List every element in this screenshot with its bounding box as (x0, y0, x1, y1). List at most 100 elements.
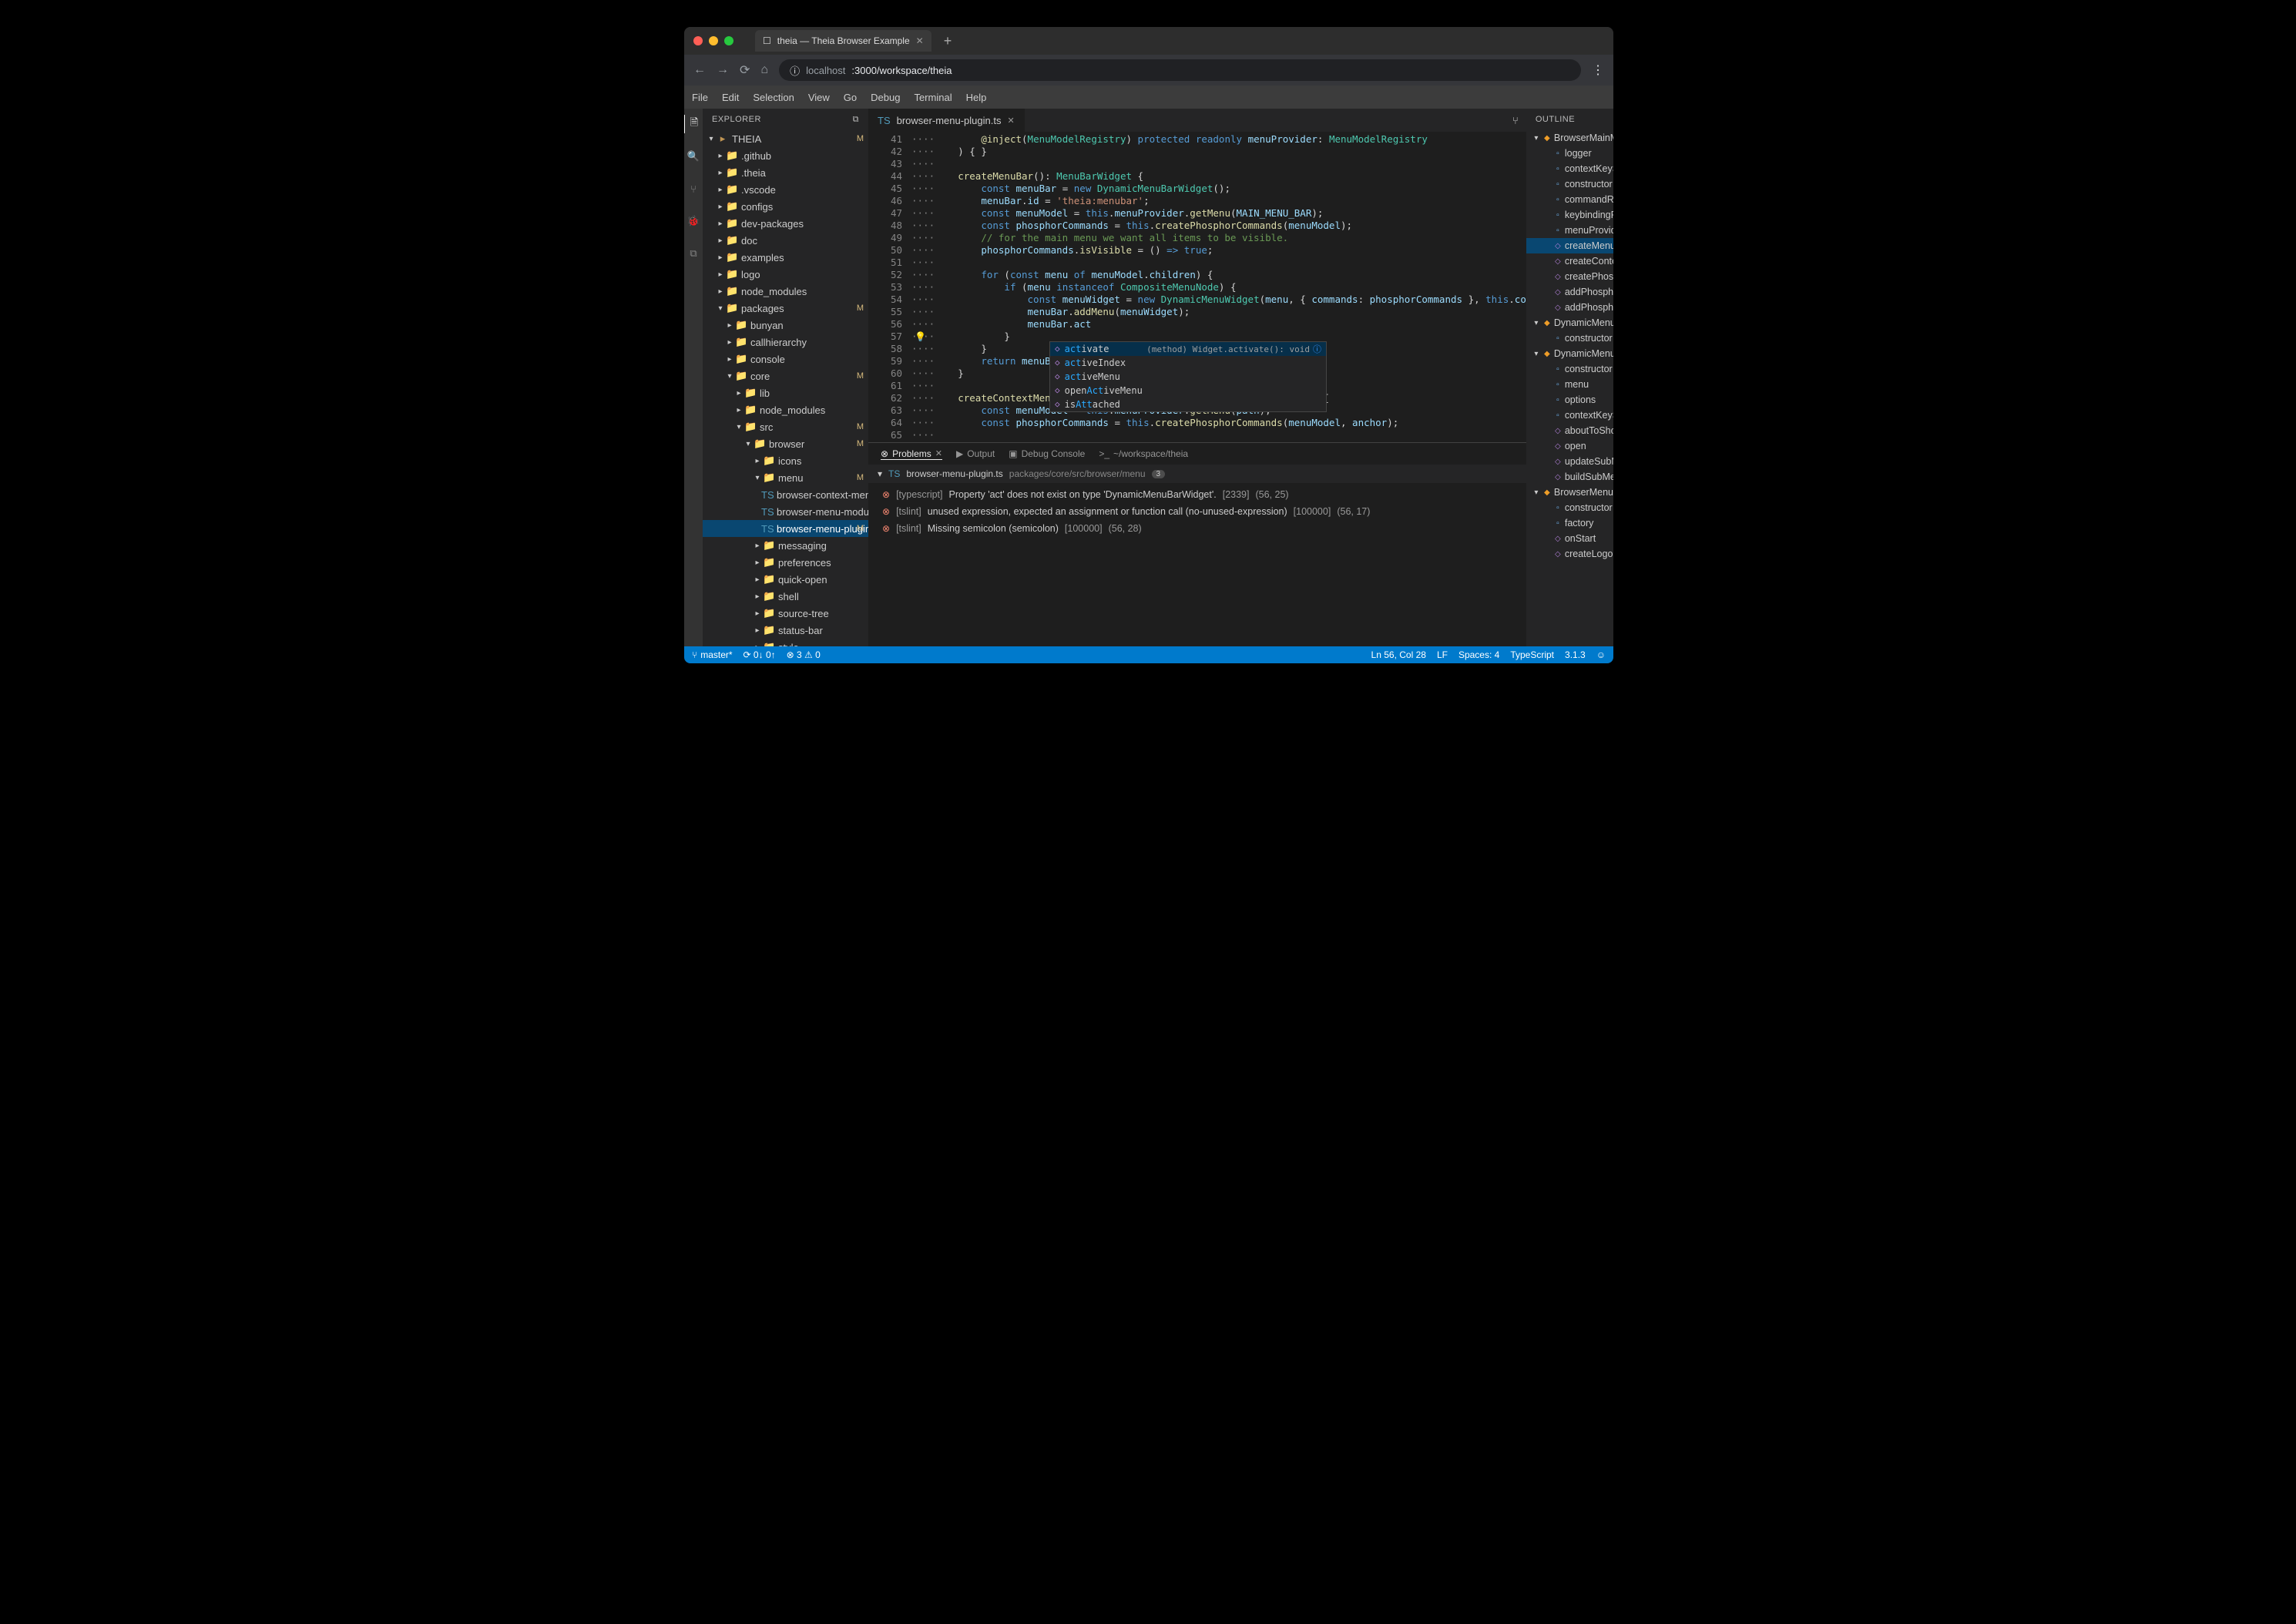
cursor-position[interactable]: Ln 56, Col 28 (1371, 649, 1426, 660)
tree-item[interactable]: ▸📁bunyan (703, 317, 868, 334)
outline-item[interactable]: ◇createMenuBar (1526, 238, 1613, 253)
debug-console-tab[interactable]: ▣Debug Console (1009, 448, 1085, 459)
outline-item[interactable]: ▫constructor (1526, 331, 1613, 346)
editor-scm-icon[interactable]: ⑂ (1505, 115, 1526, 126)
tree-item[interactable]: ▸📁node_modules (703, 283, 868, 300)
outline-item[interactable]: ▾◆DynamicMenuWidget (1526, 346, 1613, 361)
tree-item[interactable]: ▸📁.theia (703, 164, 868, 181)
tree-item[interactable]: ▸📁status-bar (703, 622, 868, 639)
collapse-icon[interactable]: ⧉ (853, 115, 859, 125)
outline-item[interactable]: ▫menuProvider (1526, 223, 1613, 238)
outline-item[interactable]: ◇buildSubMenus (1526, 469, 1613, 485)
tree-item[interactable]: ▾📁packagesM (703, 300, 868, 317)
menu-debug[interactable]: Debug (871, 92, 900, 103)
tree-item[interactable]: ▸📁.vscode (703, 181, 868, 198)
terminal-tab[interactable]: >_~/workspace/theia (1099, 448, 1188, 459)
close-window[interactable] (693, 36, 703, 45)
sync-status[interactable]: ⟳ 0↓ 0↑ (744, 649, 776, 660)
editor-tab[interactable]: TS browser-menu-plugin.ts ✕ (868, 109, 1025, 132)
menu-help[interactable]: Help (966, 92, 987, 103)
outline-item[interactable]: ▫contextKeyService (1526, 161, 1613, 176)
file-tree[interactable]: ▾▸ THEIA M ▸📁.github▸📁.theia▸📁.vscode▸📁c… (703, 130, 868, 646)
outline-tree[interactable]: ▾◆BrowserMainMenuFactory▫logger▫contextK… (1526, 130, 1613, 646)
menu-selection[interactable]: Selection (753, 92, 794, 103)
outline-item[interactable]: ▾◆BrowserMainMenuFactory (1526, 130, 1613, 146)
tree-item[interactable]: ▸📁dev-packages (703, 215, 868, 232)
tree-item[interactable]: ▸📁console (703, 351, 868, 367)
tree-item[interactable]: TSbrowser-menu-plugin.tsM (703, 520, 868, 537)
menu-go[interactable]: Go (844, 92, 857, 103)
menu-file[interactable]: File (692, 92, 708, 103)
outline-item[interactable]: ◇createContextMenu (1526, 253, 1613, 269)
tree-item[interactable]: ▾📁browserM (703, 435, 868, 452)
outline-item[interactable]: ◇updateSubMenus (1526, 454, 1613, 469)
outline-item[interactable]: ▫constructor (1526, 361, 1613, 377)
tree-item[interactable]: TSbrowser-menu-module.ts (703, 503, 868, 520)
tree-item[interactable]: TSbrowser-context-menu-r… (703, 486, 868, 503)
outline-item[interactable]: ▫keybindingRegistry (1526, 207, 1613, 223)
outline-item[interactable]: ▫constructor (1526, 500, 1613, 515)
explorer-activity[interactable]: 🗎 (684, 115, 702, 133)
problem-item[interactable]: ⊗[typescript] Property 'act' does not ex… (868, 486, 1526, 503)
ts-version[interactable]: 3.1.3 (1565, 649, 1586, 660)
tree-root[interactable]: ▾▸ THEIA M (703, 130, 868, 147)
outline-item[interactable]: ▫menu (1526, 377, 1613, 392)
tree-item[interactable]: ▸📁shell (703, 588, 868, 605)
tree-item[interactable]: ▸📁node_modules (703, 401, 868, 418)
back-button[interactable]: ← (693, 63, 706, 77)
menu-edit[interactable]: Edit (722, 92, 739, 103)
forward-button[interactable]: → (717, 63, 729, 77)
site-info-icon[interactable]: ⓘ (790, 63, 800, 78)
outline-item[interactable]: ▾◆BrowserMenuBarContrib… (1526, 485, 1613, 500)
browser-tab[interactable]: ☐ theia — Theia Browser Example ✕ (755, 30, 931, 52)
menu-view[interactable]: View (808, 92, 830, 103)
outline-item[interactable]: ◇createLogo (1526, 546, 1613, 562)
menu-terminal[interactable]: Terminal (914, 92, 952, 103)
tree-item[interactable]: ▸📁preferences (703, 554, 868, 571)
eol-status[interactable]: LF (1437, 649, 1448, 660)
branch-status[interactable]: ⑂ master* (692, 649, 733, 660)
outline-item[interactable]: ◇onStart (1526, 531, 1613, 546)
maximize-window[interactable] (724, 36, 733, 45)
outline-item[interactable]: ◇open (1526, 438, 1613, 454)
problem-item[interactable]: ⊗[tslint] Missing semicolon (semicolon) … (868, 520, 1526, 537)
reload-button[interactable]: ⟳ (740, 62, 750, 78)
outline-item[interactable]: ◇addPhosphorCommand (1526, 300, 1613, 315)
new-tab-button[interactable]: + (944, 33, 952, 49)
window-controls[interactable] (693, 36, 733, 45)
output-tab[interactable]: ▶Output (956, 448, 995, 459)
extensions-activity[interactable]: ⧉ (684, 244, 703, 263)
close-tab-icon[interactable]: ✕ (916, 35, 924, 46)
tree-item[interactable]: ▸📁configs (703, 198, 868, 215)
search-activity[interactable]: 🔍 (684, 147, 703, 166)
autocomplete-popup[interactable]: (method) Widget.activate(): voidⓘ ◇activ… (1049, 341, 1327, 412)
outline-item[interactable]: ▫options (1526, 392, 1613, 408)
tree-item[interactable]: ▸📁logo (703, 266, 868, 283)
error-status[interactable]: ⊗ 3 ⚠ 0 (787, 649, 821, 660)
tree-item[interactable]: ▸📁quick-open (703, 571, 868, 588)
feedback-icon[interactable]: ☺ (1596, 649, 1606, 660)
outline-item[interactable]: ◇createPhosphorComma… (1526, 269, 1613, 284)
tree-item[interactable]: ▸📁icons (703, 452, 868, 469)
tree-item[interactable]: ▾📁menuM (703, 469, 868, 486)
lightbulb-icon[interactable]: 💡 (915, 331, 926, 343)
tree-item[interactable]: ▸📁doc (703, 232, 868, 249)
outline-item[interactable]: ▫constructor (1526, 176, 1613, 192)
language-status[interactable]: TypeScript (1510, 649, 1554, 660)
problems-tab[interactable]: ⊗Problems✕ (881, 448, 942, 460)
browser-menu-button[interactable]: ⋮ (1592, 62, 1604, 78)
debug-activity[interactable]: 🐞 (684, 212, 703, 230)
outline-item[interactable]: ◇addPhosphorCommands (1526, 284, 1613, 300)
outline-item[interactable]: ▫logger (1526, 146, 1613, 161)
outline-item[interactable]: ▾◆DynamicMenuBarWidget (1526, 315, 1613, 331)
scm-activity[interactable]: ⑂ (684, 180, 703, 198)
problems-file-header[interactable]: ▾TS browser-menu-plugin.ts packages/core… (868, 465, 1526, 483)
tree-item[interactable]: ▸📁style (703, 639, 868, 646)
tree-item[interactable]: ▸📁.github (703, 147, 868, 164)
tree-item[interactable]: ▸📁lib (703, 384, 868, 401)
outline-item[interactable]: ▫factory (1526, 515, 1613, 531)
problem-item[interactable]: ⊗[tslint] unused expression, expected an… (868, 503, 1526, 520)
autocomplete-item[interactable]: ◇activeMenu (1050, 370, 1326, 384)
tree-item[interactable]: ▾📁coreM (703, 367, 868, 384)
url-field[interactable]: ⓘ localhost:3000/workspace/theia (779, 59, 1581, 81)
